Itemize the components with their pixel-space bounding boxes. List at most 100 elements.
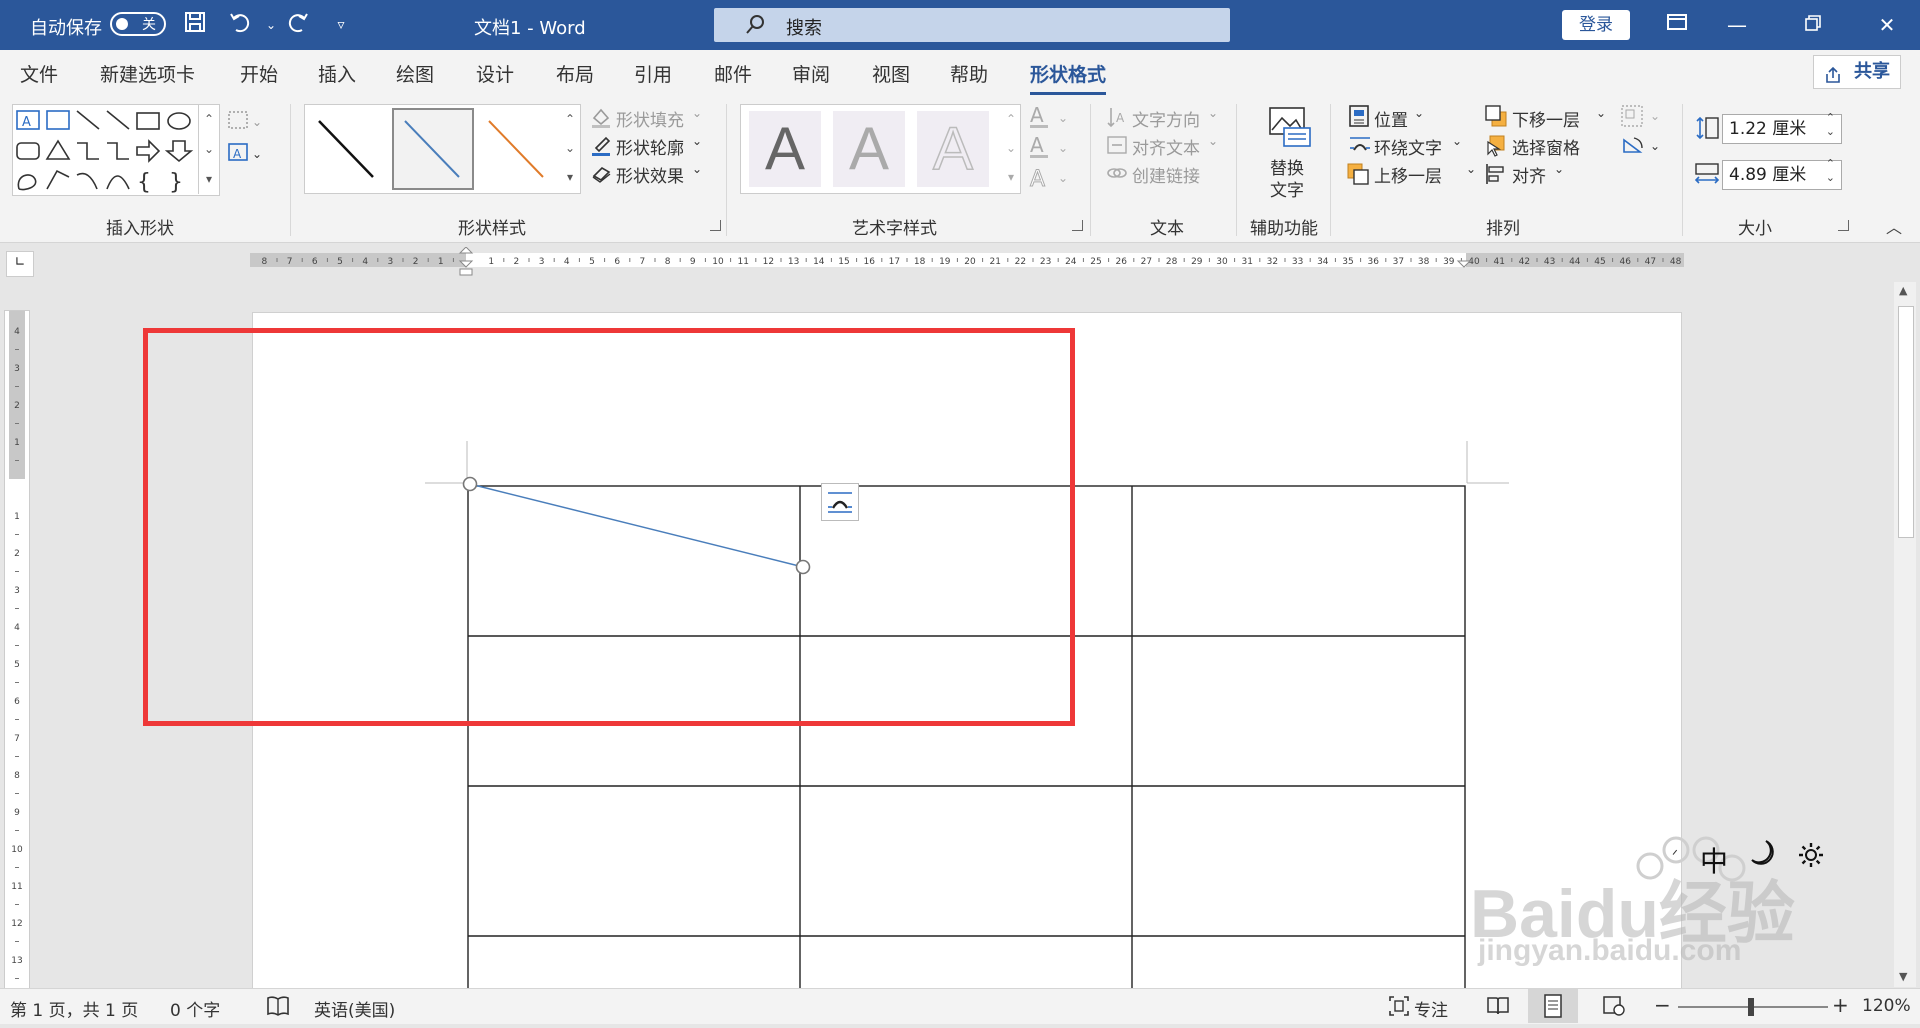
undo-icon[interactable] — [226, 10, 256, 40]
zoom-out-icon[interactable]: − — [1654, 993, 1671, 1017]
proofing-book-icon[interactable] — [266, 995, 290, 1022]
moon-icon[interactable] — [1748, 838, 1778, 873]
bring-forward-button[interactable]: 上移一层 — [1374, 162, 1442, 187]
width-spinner-icon[interactable]: ⌃ ⌄ — [1826, 157, 1835, 185]
text-effects-icon[interactable]: A ⌄ — [1028, 164, 1072, 195]
page-info[interactable]: 第 1 页，共 1 页 — [10, 996, 138, 1021]
position-button[interactable]: 位置 — [1374, 106, 1408, 131]
ruler-tick-label: 2 — [413, 257, 419, 267]
align-text-button[interactable]: 对齐文本 — [1132, 134, 1200, 159]
save-icon[interactable] — [180, 10, 210, 40]
text-outline-icon[interactable]: A ⌄ — [1028, 133, 1072, 165]
edit-shape-icon[interactable]: ⌄ — [226, 108, 266, 137]
autosave-toggle[interactable]: 关 — [110, 12, 166, 36]
tab-home[interactable]: 开始 — [240, 60, 278, 87]
web-layout-icon[interactable] — [1602, 995, 1626, 1022]
language[interactable]: 英语(美国) — [314, 996, 395, 1021]
ime-mode-indicator[interactable]: 中 — [1700, 840, 1728, 880]
shape-style-scroll[interactable]: ⌃ ⌄ ▾ — [560, 104, 581, 194]
style-black-line[interactable] — [318, 120, 374, 178]
ruler-tick-label: 32 — [1267, 257, 1278, 267]
group-objects-icon[interactable]: ⌄ — [1620, 104, 1664, 133]
size-launcher-icon[interactable] — [1838, 220, 1849, 231]
tab-mailings[interactable]: 邮件 — [714, 60, 752, 87]
ruler-tick-label: 10 — [11, 845, 23, 855]
tab-references[interactable]: 引用 — [634, 60, 672, 87]
minimize-icon[interactable]: — — [1722, 10, 1752, 40]
customize-qat-icon[interactable]: ▿ — [326, 10, 356, 40]
text-direction-button[interactable]: 文字方向 — [1132, 106, 1200, 131]
tab-insert[interactable]: 插入 — [318, 60, 356, 87]
shape-style-gallery[interactable] — [304, 104, 562, 194]
shape-outline-button[interactable]: 形状轮廓 — [616, 134, 684, 159]
ime-settings-gear-icon[interactable] — [1796, 840, 1826, 875]
wordart-style-1[interactable]: A — [749, 111, 821, 187]
vertical-ruler[interactable]: 4 3 2 1 1 2 3 4 5 6 7 8 9 10 11 12 13 — [4, 310, 30, 992]
shapes-gallery[interactable]: A { } — [12, 104, 220, 196]
ruler-tick-label: 13 — [788, 257, 799, 267]
scroll-thumb[interactable] — [1898, 306, 1914, 538]
wordart-launcher-icon[interactable] — [1072, 220, 1083, 231]
ruler-tick-label: 1 — [488, 257, 494, 267]
read-mode-icon[interactable] — [1486, 995, 1510, 1022]
tab-review[interactable]: 审阅 — [792, 60, 830, 87]
ruler-tick-label: 29 — [1191, 257, 1203, 267]
height-spinner-icon[interactable]: ⌃ ⌄ — [1826, 111, 1835, 139]
word-count[interactable]: 0 个字 — [170, 996, 220, 1021]
wordart-gallery[interactable]: A A A — [740, 104, 1004, 194]
ruler-tick-label: 26 — [1115, 257, 1127, 267]
selection-pane-button[interactable]: 选择窗格 — [1512, 134, 1580, 159]
tab-selector-icon[interactable]: ∟ — [6, 251, 34, 277]
login-button[interactable]: 登录 — [1562, 10, 1630, 40]
ribbon-display-options-icon[interactable] — [1662, 10, 1692, 40]
shape-effects-button[interactable]: 形状效果 — [616, 162, 684, 187]
tab-draw[interactable]: 绘图 — [396, 60, 434, 87]
tab-help[interactable]: 帮助 — [950, 60, 988, 87]
zoom-in-icon[interactable]: + — [1832, 993, 1849, 1017]
focus-icon[interactable] — [1388, 995, 1410, 1022]
share-button[interactable]: 共享 — [1813, 55, 1901, 89]
tab-new-tab[interactable]: 新建选项卡 — [100, 60, 195, 87]
tab-shape-format[interactable]: 形状格式 — [1030, 60, 1107, 95]
draw-textbox-icon[interactable]: A ⌄ — [226, 140, 266, 169]
alt-text-icon[interactable] — [1268, 106, 1312, 153]
align-button[interactable]: 对齐 — [1512, 162, 1546, 187]
ruler-tick-label: 1 — [438, 257, 444, 267]
shape-fill-button[interactable]: 形状填充 — [616, 106, 684, 131]
wordart-style-2[interactable]: A — [833, 111, 905, 187]
ruler-tick-label: 9 — [690, 257, 696, 267]
create-link-button[interactable]: 创建链接 — [1132, 162, 1200, 187]
tab-view[interactable]: 视图 — [872, 60, 910, 87]
style-orange-line[interactable] — [488, 120, 544, 178]
zoom-slider-thumb[interactable] — [1748, 998, 1754, 1016]
group-label-text: 文本 — [1150, 219, 1184, 239]
search-box[interactable]: 搜索 — [714, 8, 1230, 42]
restore-icon[interactable] — [1798, 10, 1828, 40]
vertical-scrollbar[interactable]: ▲ ▼ — [1894, 282, 1916, 987]
wrap-text-button[interactable]: 环绕文字 — [1374, 134, 1442, 159]
zoom-level[interactable]: 120% — [1862, 996, 1911, 1016]
wordart-style-3[interactable]: A — [917, 111, 989, 187]
close-icon[interactable]: ✕ — [1872, 10, 1902, 40]
redo-icon[interactable] — [282, 10, 312, 40]
ruler-tick-label: 46 — [1619, 257, 1631, 267]
collapse-ribbon-icon[interactable]: ︿ — [1886, 214, 1902, 238]
print-layout-button[interactable] — [1528, 989, 1578, 1023]
shapes-gallery-scroll[interactable]: ⌃ ⌄ ▾ — [198, 104, 219, 194]
shape-styles-launcher-icon[interactable] — [710, 220, 721, 231]
shape-width-input[interactable]: 4.89 厘米 ⌃ ⌄ — [1722, 157, 1842, 190]
shape-height-input[interactable]: 1.22 厘米 ⌃ ⌄ — [1722, 111, 1842, 144]
tab-layout[interactable]: 布局 — [556, 60, 594, 87]
text-fill-icon[interactable]: A ⌄ — [1028, 103, 1072, 135]
tab-file[interactable]: 文件 — [20, 60, 58, 87]
wordart-gallery-scroll[interactable]: ⌃ ⌄ ▾ — [1002, 104, 1021, 194]
scroll-down-icon[interactable]: ▼ — [1899, 970, 1907, 983]
group-label-arrange: 排列 — [1486, 219, 1520, 239]
scroll-up-icon[interactable]: ▲ — [1899, 284, 1907, 297]
horizontal-ruler[interactable]: 8 7 6 5 4 3 2 1 1 2 3 4 5 6 7 8 9 10 11 12 13 14 15 16 17 18 19 20 2… — [250, 247, 1684, 277]
rotate-icon[interactable]: ⌄ — [1620, 134, 1664, 163]
focus-mode-button[interactable]: 专注 — [1414, 996, 1448, 1021]
alt-text-label-line2[interactable]: 文字 — [1270, 176, 1304, 201]
tab-design[interactable]: 设计 — [476, 60, 514, 87]
send-backward-button[interactable]: 下移一层 — [1512, 106, 1580, 131]
